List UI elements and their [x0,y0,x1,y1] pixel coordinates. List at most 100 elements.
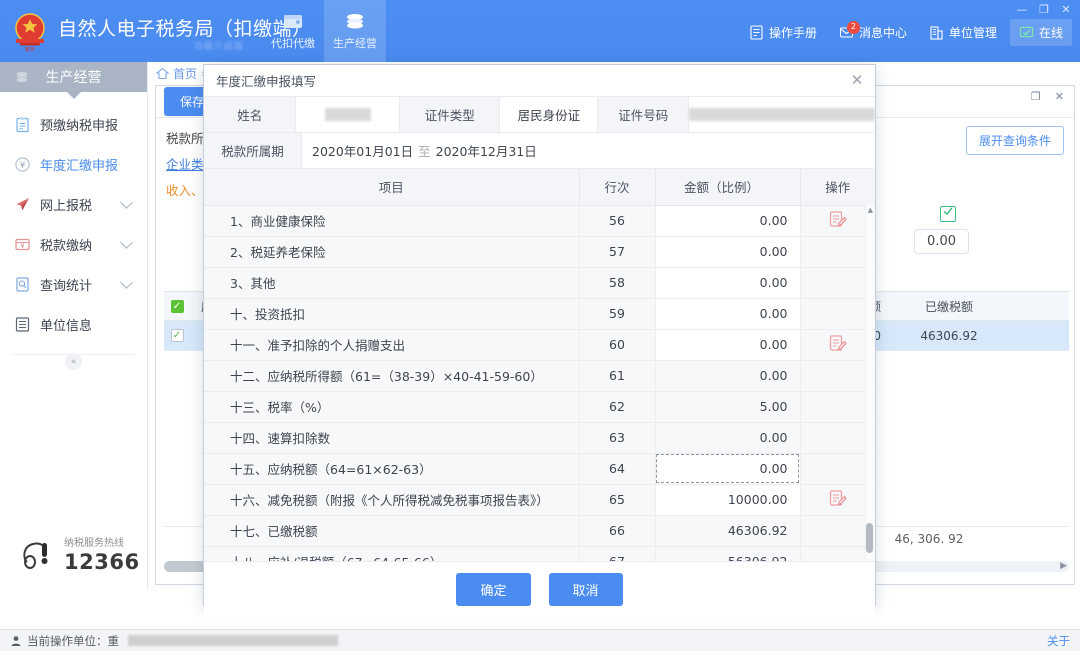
panel-minimize-icon[interactable]: ❐ [1027,90,1045,103]
chevron-down-icon [120,235,133,249]
minimize-button[interactable]: — [1012,1,1032,17]
unit-management-button[interactable]: 单位管理 [920,19,1006,46]
amount-input-display[interactable]: 0.00 [914,229,969,254]
status-bar: 当前操作单位：重 关于 [0,629,1080,651]
declaration-row-line: 66 [579,515,656,547]
sidebar-item-unit-info[interactable]: 单位信息 [0,304,147,344]
vertical-scrollbar[interactable]: ▲ [865,205,874,559]
declaration-row[interactable]: 3、其他 58 0.00 [204,267,875,299]
declaration-row-operation[interactable] [800,205,875,237]
declaration-row[interactable]: 十、投资抵扣 59 0.00 [204,298,875,330]
period-end: 2020年12月31日 [435,144,537,159]
edit-icon[interactable] [828,489,848,508]
operation-manual-button[interactable]: 操作手册 [740,19,826,46]
declaration-row-amount[interactable]: 10000.00 [655,484,801,516]
edit-check-icon[interactable] [940,206,956,222]
declaration-row-line: 61 [579,360,656,392]
select-all-checkbox[interactable]: ✓ [170,299,184,313]
mode-tab-shengchan[interactable]: 生产经营 [324,0,386,62]
id-number-redacted [689,108,875,121]
declaration-row[interactable]: 十五、应纳税额（64=61×62-63） 64 0.00 [204,453,875,485]
declaration-row-line: 64 [579,453,656,485]
paper-plane-icon [14,196,31,213]
yuan-circle-icon: ¥ [14,156,31,173]
sidebar-item-prepay-declaration[interactable]: 预缴纳税申报 [0,104,147,144]
sidebar-item-query-statistics[interactable]: 查询统计 [0,264,147,304]
headset-icon [18,535,58,575]
about-link[interactable]: 关于 [1047,633,1070,649]
message-center-button[interactable]: 2 消息中心 [830,19,916,46]
declaration-row-line: 65 [579,484,656,516]
mode-tab-daikou[interactable]: 代扣代缴 [262,0,324,62]
vertical-scrollbar-thumb[interactable] [866,523,873,553]
sidebar-collapse-button[interactable]: « [65,353,82,370]
declaration-row-item: 3、其他 [204,267,580,299]
row-checkbox[interactable]: ✓ [170,329,184,342]
declaration-row-line: 63 [579,422,656,454]
dialog-title: 年度汇缴申报填写 [216,74,317,89]
declaration-table-header-row: 项目 行次 金额（比例） 操作 [204,169,875,206]
declaration-row[interactable]: 十一、准予扣除的个人捐赠支出 60 0.00 [204,329,875,361]
restore-button[interactable]: ❐ [1034,1,1054,17]
tax-period-label: 税款所属期 [204,133,302,168]
declaration-row-operation [800,515,875,547]
sidebar-item-online-filing[interactable]: 网上报税 [0,184,147,224]
confirm-button[interactable]: 确定 [456,573,531,606]
panel-close-icon[interactable]: ✕ [1051,90,1068,103]
id-type-label: 证件类型 [400,97,501,132]
declaration-row-amount[interactable]: 0.00 [655,205,801,237]
breadcrumb-home[interactable]: 首页 [173,65,197,82]
app-subtitle: 功能介绍版 [194,42,245,52]
declaration-row-operation[interactable] [800,329,875,361]
close-button[interactable]: ✕ [1056,1,1076,17]
message-icon: 2 [839,20,860,40]
online-status-button[interactable]: 在线 [1009,18,1072,46]
sidebar-item-annual-settlement[interactable]: ¥ 年度汇缴申报 [0,144,147,184]
sidebar-collapse-row: « [12,353,135,382]
message-center-label: 消息中心 [858,25,907,40]
tax-period-row: 税款所属期 2020年01月01日 至 2020年12月31日 [204,133,875,169]
expand-query-button[interactable]: 展开查询条件 [965,126,1064,155]
app-header: — ❐ ✕ 税务 自然人电子税务局（扣缴端） 功能介绍版 代扣代缴 生产经营 操… [0,0,1080,62]
sidebar-header[interactable]: 生产经营 [0,62,147,99]
declaration-row[interactable]: 十七、已缴税额 66 46306.92 [204,515,875,547]
online-status-label: 在线 [1038,25,1063,40]
declaration-row[interactable]: 2、税延养老保险 57 0.00 [204,236,875,268]
payment-icon: ¥ [14,236,31,253]
declaration-row-line: 60 [579,329,656,361]
declaration-row-amount[interactable]: 0.00 [655,298,801,330]
name-redacted [324,108,371,121]
declaration-row-amount: -56306.92 [655,546,801,561]
mode-tab-label: 生产经营 [333,37,377,50]
declaration-row[interactable]: 1、商业健康保险 56 0.00 [204,205,875,237]
tax-hotline: 纳税服务热线 12366 [0,535,148,575]
row-paid-amount: 46306.92 [920,328,978,343]
edit-icon[interactable] [828,334,848,353]
cancel-button[interactable]: 取消 [548,573,623,606]
svg-text:¥: ¥ [21,243,25,250]
declaration-row-operation[interactable] [800,484,875,516]
message-badge: 2 [846,20,860,34]
declaration-row-item: 十二、应纳税所得额（61=（38-39）×40-41-59-60） [204,360,580,392]
clipboard-icon [14,116,31,133]
declaration-row[interactable]: 十六、减免税额（附报《个人所得税减免税事项报告表》） 65 10000.00 [204,484,875,516]
sidebar-item-label: 预缴纳税申报 [40,118,119,134]
declaration-row-item: 十、投资抵扣 [204,298,580,330]
declaration-row-amount[interactable]: 0.00 [655,329,801,361]
close-icon[interactable]: ✕ [847,70,867,90]
sidebar-item-tax-payment[interactable]: ¥ 税款缴纳 [0,224,147,264]
building-icon [929,25,944,40]
declaration-row[interactable]: 十八、应补/退税额（67=64-65-66）67-56306.92 [204,546,875,561]
edit-icon[interactable] [828,210,848,229]
scroll-right-arrow-icon[interactable]: ▶ [1060,561,1067,571]
scroll-up-arrow-icon[interactable]: ▲ [868,206,873,214]
declaration-row-amount[interactable]: 0.00 [655,267,801,299]
declaration-row-amount[interactable]: 0.00 [655,453,801,485]
declaration-row[interactable]: 十三、税率（%） 62 5.00 [204,391,875,423]
declaration-row[interactable]: 十四、速算扣除数 63 0.00 [204,422,875,454]
declaration-row[interactable]: 十二、应纳税所得额（61=（38-39）×40-41-59-60） 61 0.00 [204,360,875,392]
window-controls: — ❐ ✕ [1012,0,1076,18]
header-actions: 操作手册 2 消息中心 单位管理 在线 [740,18,1072,46]
declaration-row-amount[interactable]: 0.00 [655,236,801,268]
period-separator: 至 [418,144,431,159]
